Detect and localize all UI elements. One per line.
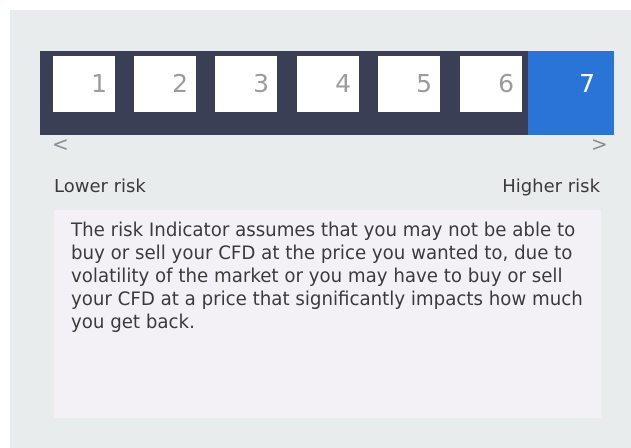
- risk-scale-bar: 1 2 3 4 5 6 7: [40, 51, 614, 135]
- risk-level-3: 3: [215, 56, 277, 112]
- chevron-right-icon: >: [591, 132, 608, 156]
- risk-level-2: 2: [134, 56, 196, 112]
- risk-level-4: 4: [297, 56, 359, 112]
- risk-level-1: 1: [53, 56, 115, 112]
- risk-level-6: 6: [460, 56, 522, 112]
- chevron-left-icon: <: [52, 132, 69, 156]
- risk-level-5: 5: [378, 56, 440, 112]
- risk-description: The risk Indicator assumes that you may …: [54, 210, 601, 418]
- higher-risk-label: Higher risk: [502, 176, 600, 197]
- risk-description-text: The risk Indicator assumes that you may …: [71, 220, 583, 333]
- risk-level-7: 7: [541, 56, 603, 112]
- lower-risk-label: Lower risk: [54, 176, 146, 197]
